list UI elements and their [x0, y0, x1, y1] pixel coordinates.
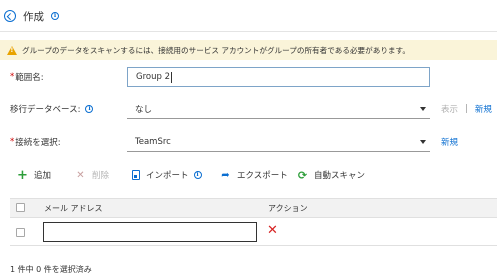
new-connection-link[interactable]: 新規: [441, 138, 458, 148]
column-header-action: アクション: [268, 204, 308, 213]
delete-button[interactable]: ✕ 削除: [75, 169, 110, 182]
view-link[interactable]: 表示: [441, 103, 458, 115]
email-input[interactable]: [43, 222, 257, 242]
scope-name-input[interactable]: Group 2: [127, 67, 430, 87]
select-all-checkbox[interactable]: [16, 203, 25, 212]
info-icon[interactable]: i: [193, 171, 202, 179]
close-icon: ✕: [76, 169, 85, 181]
connection-label: * 接続を選択:: [10, 135, 61, 149]
import-label: インポート: [146, 171, 189, 181]
migration-db-select[interactable]: なし: [127, 99, 430, 119]
page-header: 作成 i: [4, 8, 59, 24]
info-icon[interactable]: i: [85, 105, 94, 113]
export-label: エクスポート: [237, 171, 288, 181]
refresh-icon: ⟳: [297, 168, 308, 182]
warning-banner: グループのデータをスキャンするには、接続用のサービス アカウントがグループの所有…: [0, 40, 497, 60]
autoscan-button[interactable]: ⟳ 自動スキャン: [297, 168, 366, 182]
back-arrow-icon[interactable]: [4, 10, 16, 22]
add-label: 追加: [34, 171, 52, 181]
migration-db-actions: 表示 | 新規: [441, 103, 492, 115]
delete-label: 削除: [92, 171, 110, 181]
migration-db-label: 移行データベース: i: [10, 102, 94, 116]
add-button[interactable]: + 追加: [17, 167, 52, 183]
dropdown-arrow-icon: [420, 107, 426, 111]
connection-select[interactable]: TeamSrc: [127, 132, 430, 152]
connection-label-text: 接続を選択:: [15, 138, 61, 148]
required-mark: *: [10, 137, 15, 147]
connection-actions: 新規: [441, 136, 458, 148]
scope-name-label-text: 範囲名:: [15, 73, 44, 83]
row-divider: [10, 245, 497, 246]
link-separator: |: [465, 104, 468, 114]
selection-status: 1 件中 0 件を選択済み: [10, 265, 92, 274]
row-checkbox[interactable]: [16, 228, 25, 237]
header-divider: [0, 31, 497, 32]
autoscan-label: 自動スキャン: [314, 171, 366, 181]
migration-db-label-text: 移行データベース:: [10, 105, 81, 115]
import-file-icon: [132, 170, 140, 180]
migration-db-value: なし: [135, 104, 153, 115]
dropdown-arrow-icon: [420, 140, 426, 144]
export-button[interactable]: ➦ エクスポート: [220, 169, 288, 182]
scope-name-value: Group 2: [136, 72, 170, 82]
import-button[interactable]: インポート i: [132, 169, 202, 181]
export-arrow-icon: ➦: [221, 169, 230, 181]
text-caret: [171, 71, 172, 83]
page-title: 作成: [23, 10, 44, 23]
column-header-email[interactable]: メール アドレス: [44, 203, 103, 214]
new-db-link[interactable]: 新規: [475, 103, 492, 115]
plus-icon: +: [17, 167, 28, 183]
warning-icon: [7, 45, 17, 55]
required-mark: *: [10, 72, 15, 82]
warning-text: グループのデータをスキャンするには、接続用のサービス アカウントがグループの所有…: [22, 45, 410, 55]
connection-value: TeamSrc: [135, 136, 171, 147]
scope-name-label: * 範囲名:: [10, 70, 44, 84]
delete-row-icon[interactable]: ✕: [267, 224, 278, 237]
info-icon[interactable]: i: [51, 12, 59, 20]
